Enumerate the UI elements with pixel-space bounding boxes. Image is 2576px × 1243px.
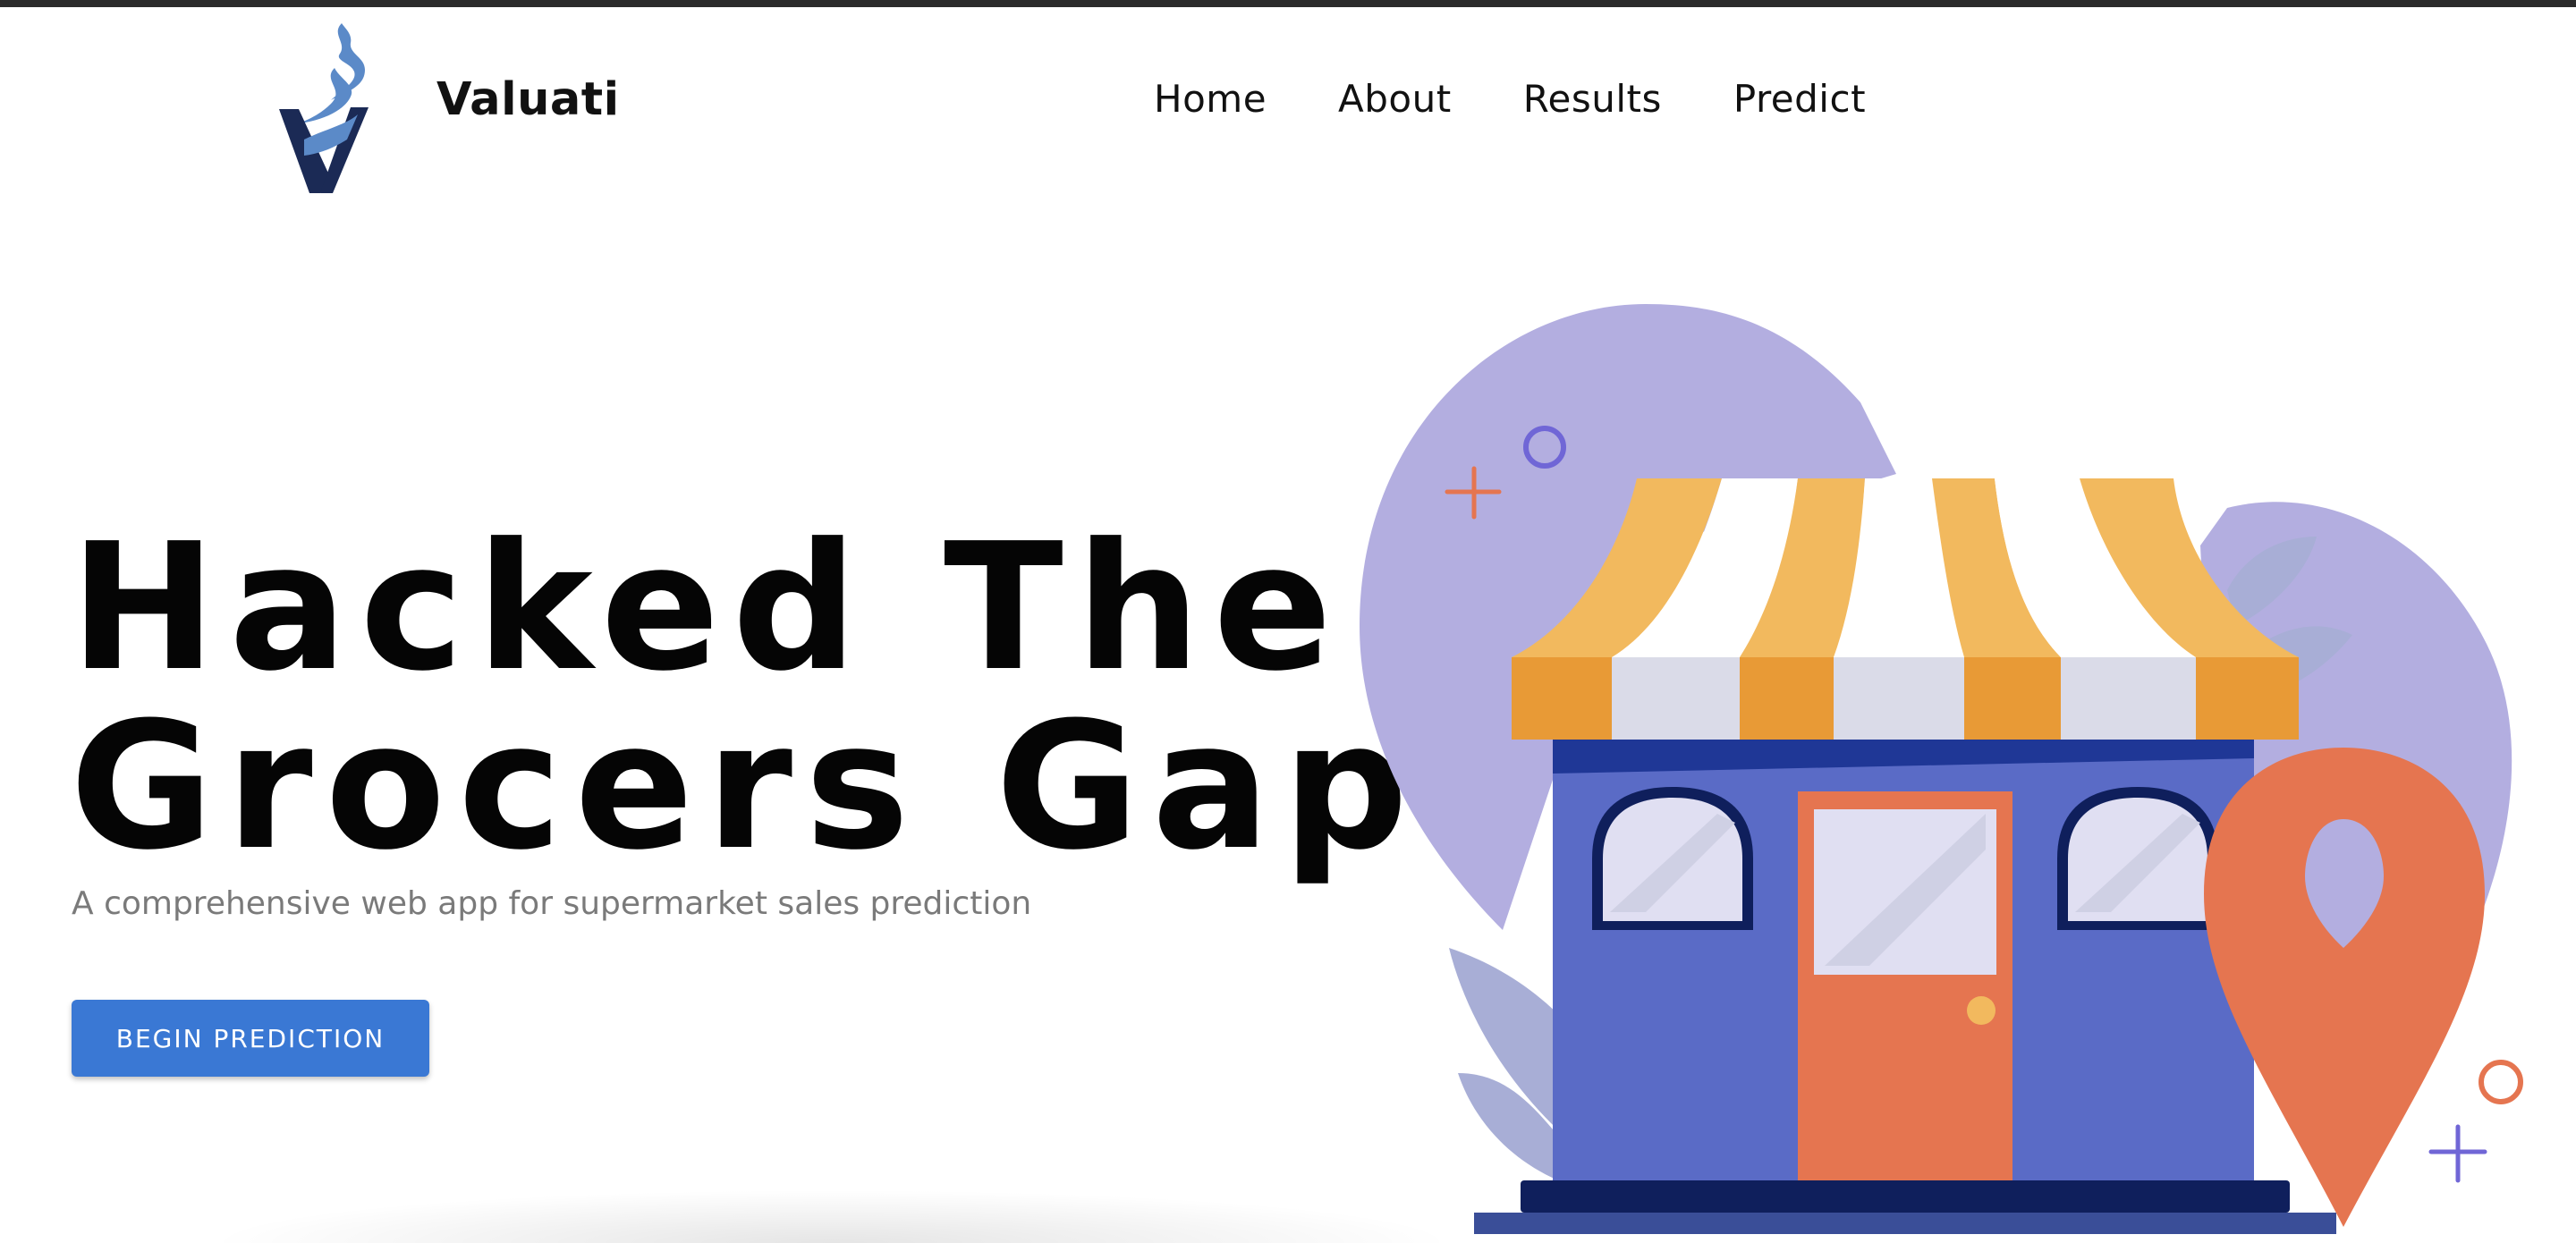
store-awning [1512,478,2299,740]
begin-prediction-button[interactable]: BEGIN PREDICTION [72,1000,429,1077]
store-step [1521,1180,2290,1213]
hero-title-line-2: Grocers Gap [70,685,1421,889]
hero-title: Hacked The Grocers Gap [70,519,1420,876]
brand-name[interactable]: Valuati [436,73,620,126]
storefront-illustration [1360,304,2523,1234]
section-shadow [206,1189,1458,1243]
decor-circle-orange [2479,1060,2523,1104]
store-window-left [1592,787,1753,930]
store-door-knob [1967,996,1996,1025]
hero-title-line-1: Hacked The [70,506,1345,710]
store-base [1474,1213,2336,1234]
store-window-right [2057,787,2218,930]
hero-subtitle: A comprehensive web app for supermarket … [72,885,1032,922]
decor-cross-purple [2428,1124,2487,1183]
nav-predict[interactable]: Predict [1733,77,1866,121]
main-menu: Home About Results Predict [1154,77,1866,121]
window-top-bar [0,0,2576,7]
navbar: Valuati Home About Results Predict [0,7,2576,193]
nav-about[interactable]: About [1338,77,1452,121]
nav-results[interactable]: Results [1523,77,1662,121]
valuati-logo-icon[interactable] [268,14,394,193]
nav-home[interactable]: Home [1154,77,1267,121]
